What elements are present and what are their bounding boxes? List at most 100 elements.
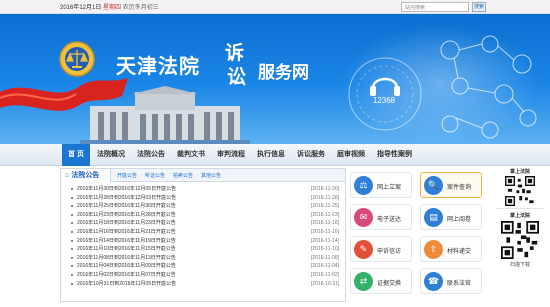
service-label: 网上立案 <box>377 185 402 191</box>
nav-item-judgments[interactable]: 裁判文书 <box>177 144 205 166</box>
announcement-row[interactable]: 2016年11月14日到2016年11月19日开庭公告 [2016-11-14] <box>65 237 343 246</box>
nav-item-home[interactable]: 首 页 <box>62 144 90 166</box>
tab-other-notice[interactable]: 其他公告 <box>201 172 221 179</box>
announcement-date: [2016-11-28] <box>311 194 339 201</box>
court-building-graphic <box>80 86 250 144</box>
exchange-icon: ⇄ <box>354 272 373 291</box>
qr-title-2: 掌上法院 <box>509 213 530 219</box>
announcement-date: [2016-11-16] <box>311 228 339 235</box>
announcement-date: [2016-11-23] <box>311 211 339 218</box>
nav-item-trial-video[interactable]: 庭审视频 <box>337 144 365 166</box>
date-line: 2016年12月1日 星期四 农历冬月初三 <box>60 2 159 11</box>
announcement-date: [2016-11-18] <box>311 220 339 227</box>
hotline-number: 12368 <box>372 96 396 105</box>
search-input[interactable]: 站内搜索 <box>401 2 469 12</box>
announcement-title[interactable]: 2016年11月14日到2016年11月19日开庭公告 <box>77 237 176 246</box>
nav-item-announcements[interactable]: 法院公告 <box>137 144 165 166</box>
announcement-title[interactable]: 2016年11月02日到2016年11月07日开庭公告 <box>77 271 176 280</box>
nav-item-litigation-service[interactable]: 诉讼服务 <box>297 144 325 166</box>
date-text: 2016年12月1日 <box>60 5 102 11</box>
title-char-su: 诉 <box>225 42 245 64</box>
complaint-icon: ✎ <box>354 240 373 259</box>
announcement-row[interactable]: 2016年11月08日到2016年11月13日开庭公告 [2016-11-08] <box>65 254 343 263</box>
bullet-icon <box>71 205 73 208</box>
mail-icon: ✉ <box>354 208 373 227</box>
court-name-title: 天津法院 <box>116 54 200 78</box>
main-nav: 首 页 法院概况 法院公告 裁判文书 审判流程 执行信息 诉讼服务 庭审视频 指… <box>0 144 550 166</box>
bullet-icon <box>71 282 73 285</box>
phone-icon: ☎ <box>424 272 443 291</box>
announcement-row[interactable]: 2016年11月30日到2016年12月05日开庭公告 [2016-11-30] <box>65 185 343 194</box>
service-label: 联系法官 <box>447 281 472 287</box>
title-char-song: 讼 <box>227 66 247 88</box>
qr-divider <box>496 208 544 209</box>
announcement-date: [2016-11-30] <box>311 186 339 192</box>
service-button[interactable]: ⚖ 网上立案 <box>350 172 412 198</box>
announcement-panel: ⌂ 法院公告 开庭公告 听证公告 拍卖公告 其他公告 2016年11月30日到20… <box>60 168 346 302</box>
bullet-icon <box>71 213 73 216</box>
bullet-icon <box>71 256 73 259</box>
banner: 天津法院 诉 讼 服务网 12368 <box>0 14 550 144</box>
lunar-date-text: 农历冬月初三 <box>122 5 159 11</box>
service-button[interactable]: ☎ 联系法官 <box>420 268 482 294</box>
qr-column: 掌上法院 掌上法院 扫描下载 <box>496 168 544 302</box>
tab-hearing-evidence-notice[interactable]: 听证公告 <box>145 172 165 179</box>
bullet-icon <box>71 265 73 268</box>
announcement-date: [2016-10-31] <box>311 280 340 287</box>
announcement-tabs: ⌂ 法院公告 开庭公告 听证公告 拍卖公告 其他公告 <box>61 169 345 182</box>
bullet-icon <box>71 230 73 233</box>
announcement-title[interactable]: 2016年11月25日到2016年11月30日开庭公告 <box>77 202 176 211</box>
document-icon: ▤ <box>424 208 443 227</box>
announcement-row[interactable]: 2016年11月16日到2016年11月21日开庭公告 [2016-11-16] <box>65 228 343 237</box>
announcement-row[interactable]: 2016年10月31日到2016年11月05日开庭公告 [2016-10-31] <box>65 280 343 289</box>
announcement-title[interactable]: 2016年11月30日到2016年12月05日开庭公告 <box>77 185 176 194</box>
announcement-title[interactable]: 2016年11月10日到2016年11月15日开庭公告 <box>77 245 176 254</box>
bullet-icon <box>71 248 73 251</box>
announcement-title[interactable]: 2016年11月28日到2016年12月03日开庭公告 <box>77 194 176 203</box>
announcement-row[interactable]: 2016年11月10日到2016年11月15日开庭公告 [2016-11-10] <box>65 245 343 254</box>
nav-item-enforcement[interactable]: 执行信息 <box>257 144 285 166</box>
announcement-row[interactable]: 2016年11月23日到2016年11月28日开庭公告 [2016-11-23] <box>65 211 343 220</box>
gavel-icon: ⚖ <box>354 176 373 195</box>
announcement-row[interactable]: 2016年11月28日到2016年12月03日开庭公告 [2016-11-28] <box>65 194 343 203</box>
tab-auction-notice[interactable]: 拍卖公告 <box>173 172 193 179</box>
qr-title-1: 掌上法院 <box>509 169 530 175</box>
service-label: 案件查询 <box>447 185 472 191</box>
nav-item-court-overview[interactable]: 法院概况 <box>97 144 125 166</box>
announcement-date: [2016-11-04] <box>311 263 339 270</box>
announcement-title[interactable]: 2016年11月16日到2016年11月21日开庭公告 <box>77 228 176 237</box>
announcement-title[interactable]: 2016年11月18日到2016年11月23日开庭公告 <box>77 219 176 228</box>
announcement-row[interactable]: 2016年11月02日到2016年11月07日开庭公告 [2016-11-02] <box>65 271 343 280</box>
announcement-date: [2016-11-02] <box>311 271 339 278</box>
announcement-title[interactable]: 2016年11月23日到2016年11月28日开庭公告 <box>77 211 176 220</box>
hotline-ring-graphic <box>348 57 422 131</box>
announcement-title[interactable]: 2016年11月08日到2016年11月13日开庭公告 <box>77 254 176 263</box>
bullet-icon <box>71 239 73 242</box>
announcement-row[interactable]: 2016年11月04日到2016年11月09日开庭公告 [2016-11-04] <box>65 262 343 271</box>
announcement-date: [2016-11-14] <box>311 237 339 244</box>
nav-item-guiding-cases[interactable]: 指导性案例 <box>377 144 412 166</box>
service-button[interactable]: ⇪ 材料递交 <box>420 236 482 262</box>
top-bar: 2016年12月1日 星期四 农历冬月初三 站内搜索 搜索 <box>0 0 550 14</box>
service-button[interactable]: ✎ 申诉信访 <box>350 236 412 262</box>
tab-hearing-notice[interactable]: 开庭公告 <box>117 172 137 179</box>
service-button[interactable]: ✉ 电子送达 <box>350 204 412 230</box>
service-button[interactable]: ▤ 网上阅卷 <box>420 204 482 230</box>
announcement-row[interactable]: 2016年11月25日到2016年11月30日开庭公告 [2016-11-25] <box>65 202 343 211</box>
service-grid: ⚖ 网上立案 🔍 案件查询 ✉ 电子送达 ▤ 网上阅卷 ✎ 申诉信访 ⇪ 材料递交 ⇄ 证据交换 ☎ 联系法官 <box>350 172 486 302</box>
search-button[interactable]: 搜索 <box>472 2 486 12</box>
bullet-icon <box>71 196 73 199</box>
service-button[interactable]: ⇄ 证据交换 <box>350 268 412 294</box>
service-button[interactable]: 🔍 案件查询 <box>420 172 482 198</box>
tab-court-announcements-label: 法院公告 <box>71 172 100 179</box>
nav-item-trial-process[interactable]: 审判流程 <box>217 144 245 166</box>
tab-court-announcements[interactable]: ⌂ 法院公告 <box>61 169 111 182</box>
service-label: 材料递交 <box>447 249 472 255</box>
announcement-date: [2016-11-08] <box>311 254 339 261</box>
home-icon: ⌂ <box>65 172 70 179</box>
announcement-title[interactable]: 2016年10月31日到2016年11月05日开庭公告 <box>77 280 176 289</box>
announcement-title[interactable]: 2016年11月04日到2016年11月09日开庭公告 <box>77 262 176 271</box>
service-label: 电子送达 <box>377 217 402 223</box>
service-net-title: 服务网 <box>258 63 309 83</box>
announcement-row[interactable]: 2016年11月18日到2016年11月23日开庭公告 [2016-11-18] <box>65 219 343 228</box>
